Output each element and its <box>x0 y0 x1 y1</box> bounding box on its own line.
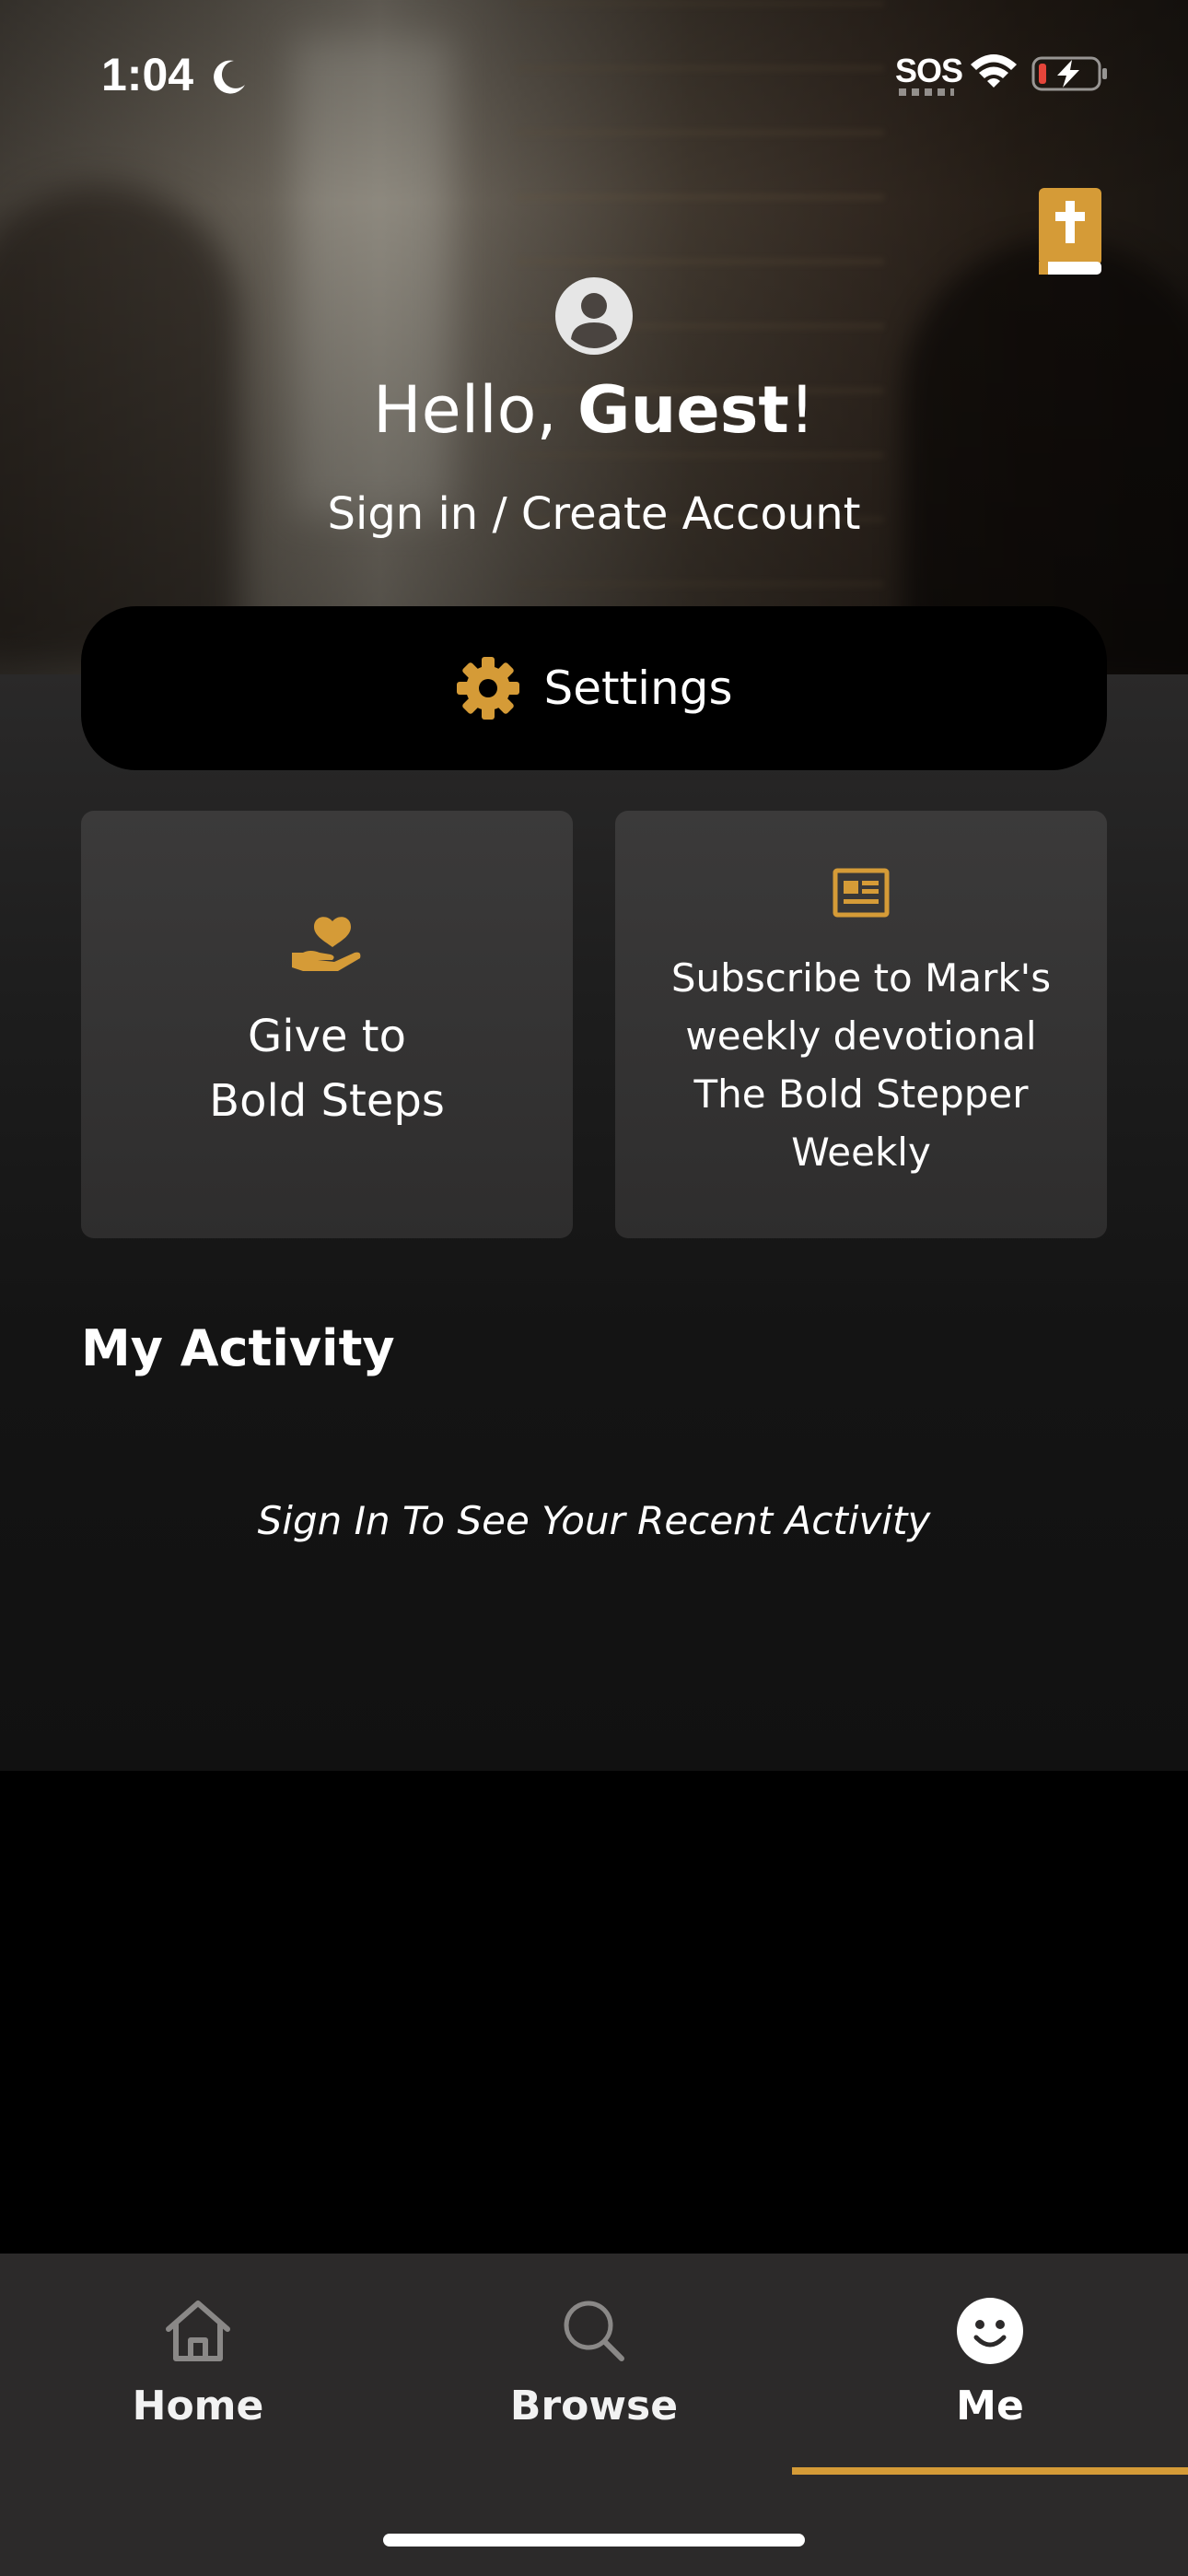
moon-icon <box>210 57 249 100</box>
greeting-heading: Hello, Guest! <box>0 372 1188 448</box>
signin-create-account-link[interactable]: Sign in / Create Account <box>0 488 1188 540</box>
signal-dots-icon <box>899 88 954 96</box>
subscribe-card-line: weekly devotional <box>685 1013 1037 1059</box>
newspaper-icon <box>833 868 890 921</box>
home-icon <box>163 2292 233 2370</box>
subscribe-card-line: Weekly <box>791 1130 931 1175</box>
bottom-tab-bar: Home Browse Me <box>0 2254 1188 2576</box>
search-icon <box>561 2292 627 2370</box>
my-activity-heading: My Activity <box>81 1319 395 1377</box>
settings-label: Settings <box>543 662 733 715</box>
activity-empty-message: Sign In To See Your Recent Activity <box>257 1498 931 1543</box>
tab-me-label: Me <box>956 2383 1024 2430</box>
battery-icon <box>1031 55 1109 96</box>
user-avatar-icon[interactable] <box>554 276 634 359</box>
status-sos: SOS <box>895 52 963 89</box>
tab-browse[interactable]: Browse <box>396 2254 792 2475</box>
giving-hand-icon <box>290 916 364 977</box>
status-time: 1:04 <box>101 49 194 100</box>
settings-button[interactable]: Settings <box>81 606 1107 770</box>
subscribe-card-line: Subscribe to Mark's <box>670 955 1052 1001</box>
tab-browse-label: Browse <box>509 2383 679 2430</box>
home-indicator[interactable] <box>383 2534 805 2547</box>
give-card[interactable]: Give to Bold Steps <box>81 811 573 1238</box>
wifi-icon <box>969 52 1019 92</box>
greeting-prefix: Hello, <box>373 372 577 448</box>
subscribe-card[interactable]: Subscribe to Mark's weekly devotional Th… <box>615 811 1107 1238</box>
smiley-icon <box>956 2292 1024 2370</box>
tab-me[interactable]: Me <box>792 2254 1188 2475</box>
gear-icon <box>455 655 521 721</box>
give-card-label: Give to Bold Steps <box>209 1004 445 1133</box>
subscribe-card-line: The Bold Stepper <box>693 1071 1029 1117</box>
tab-home[interactable]: Home <box>0 2254 396 2475</box>
active-tab-indicator <box>792 2467 1188 2475</box>
give-card-line: Give to <box>248 1011 406 1062</box>
greeting-suffix: ! <box>788 372 815 448</box>
give-card-line: Bold Steps <box>209 1075 445 1127</box>
status-bar: 1:04 SOS <box>0 0 1188 138</box>
me-screen: 1:04 SOS Hello, Guest! Sign in / Create … <box>0 0 1188 2576</box>
subscribe-card-label: Subscribe to Mark's weekly devotional Th… <box>653 949 1069 1181</box>
greeting-name: Guest <box>577 372 789 448</box>
tab-home-label: Home <box>132 2383 264 2430</box>
bible-icon[interactable] <box>1035 188 1105 280</box>
